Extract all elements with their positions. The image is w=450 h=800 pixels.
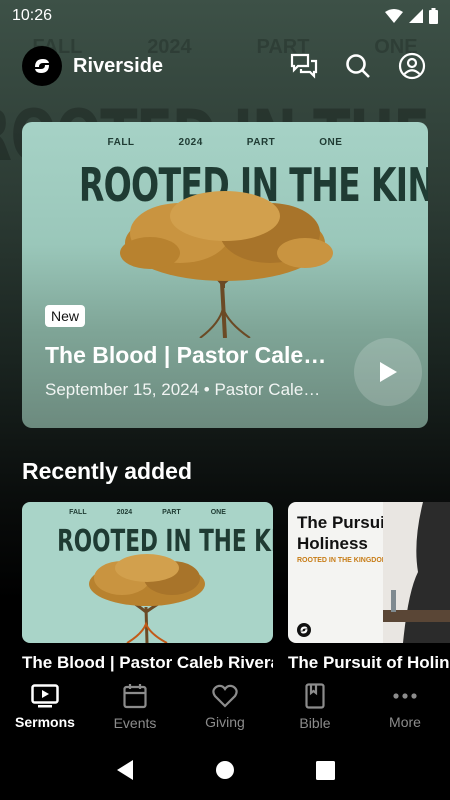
home-icon[interactable] xyxy=(215,760,235,780)
tree-illustration xyxy=(89,554,205,643)
nav-item-giving[interactable]: Giving xyxy=(180,674,270,740)
battery-icon xyxy=(429,8,438,24)
header-actions xyxy=(288,50,428,82)
section-title-recently-added: Recently added xyxy=(22,458,192,484)
rail-card-thumbnail: FALL 2024 PART ONE ROOTED IN THE KINGDOM xyxy=(22,502,273,643)
status-time: 10:26 xyxy=(12,7,53,24)
profile-button[interactable] xyxy=(396,50,428,82)
rail-card[interactable]: FALL 2024 PART ONE ROOTED IN THE KINGDOM… xyxy=(22,502,273,673)
play-button[interactable] xyxy=(354,338,422,406)
messages-button[interactable] xyxy=(288,50,320,82)
logo-icon xyxy=(297,623,311,637)
rail-card-thumbnail: The Pursuit of Holiness ROOTED IN THE KI… xyxy=(288,502,450,643)
featured-sermon-card[interactable]: FALL 2024 PART ONE ROOTED IN THE KINGDOM… xyxy=(22,122,428,428)
signal-icon xyxy=(409,9,423,23)
wifi-icon xyxy=(385,9,403,23)
riverside-logo[interactable] xyxy=(22,46,62,86)
status-bar: 10:26 xyxy=(0,0,450,32)
nav-label: Sermons xyxy=(15,714,75,730)
tv-icon xyxy=(31,684,59,708)
recently-added-rail[interactable]: FALL 2024 PART ONE ROOTED IN THE KINGDOM… xyxy=(22,502,450,674)
chat-icon xyxy=(290,53,318,79)
tree-illustration xyxy=(120,191,333,338)
search-icon xyxy=(346,54,370,78)
series-meta: FALL 2024 PART ONE xyxy=(107,137,343,148)
nav-label: Giving xyxy=(205,714,245,730)
rail-card-title: The Blood | Pastor Caleb Rivera xyxy=(22,653,273,672)
nav-label: Bible xyxy=(299,715,331,731)
logo-icon xyxy=(35,59,49,73)
nav-item-sermons[interactable]: Sermons xyxy=(0,674,90,740)
account-icon xyxy=(398,52,426,80)
nav-label: More xyxy=(389,714,421,730)
book-icon xyxy=(305,683,325,709)
bottom-navigation: Sermons Events Giving Bible More xyxy=(0,674,450,740)
rail-card-title: The Pursuit of Holiness xyxy=(288,653,450,672)
nav-item-bible[interactable]: Bible xyxy=(270,674,360,740)
sermon-subtitle: September 15, 2024 • Pastor Caleb Rivera xyxy=(45,380,325,399)
search-button[interactable] xyxy=(342,50,374,82)
thumb-subtitle: ROOTED IN THE KINGDOM xyxy=(297,557,388,564)
back-icon[interactable] xyxy=(115,759,135,781)
nav-item-events[interactable]: Events xyxy=(90,674,180,740)
sermon-title: The Blood | Pastor Caleb Rivera xyxy=(45,342,335,368)
more-icon xyxy=(393,693,417,699)
nav-item-more[interactable]: More xyxy=(360,674,450,740)
system-navigation-bar xyxy=(0,740,450,800)
status-icons xyxy=(385,8,438,24)
new-badge: New xyxy=(45,305,86,327)
speaker-photo xyxy=(383,502,450,643)
rail-card[interactable]: The Pursuit of Holiness ROOTED IN THE KI… xyxy=(288,502,450,673)
heart-icon xyxy=(212,684,238,708)
calendar-icon xyxy=(123,684,147,709)
recents-icon[interactable] xyxy=(315,760,335,780)
nav-label: Events xyxy=(113,715,157,731)
play-icon xyxy=(380,362,397,382)
thumb-series-meta: FALL 2024 PART ONE xyxy=(69,509,226,516)
app-header: Riverside xyxy=(22,45,428,87)
app-title: Riverside xyxy=(73,54,164,77)
